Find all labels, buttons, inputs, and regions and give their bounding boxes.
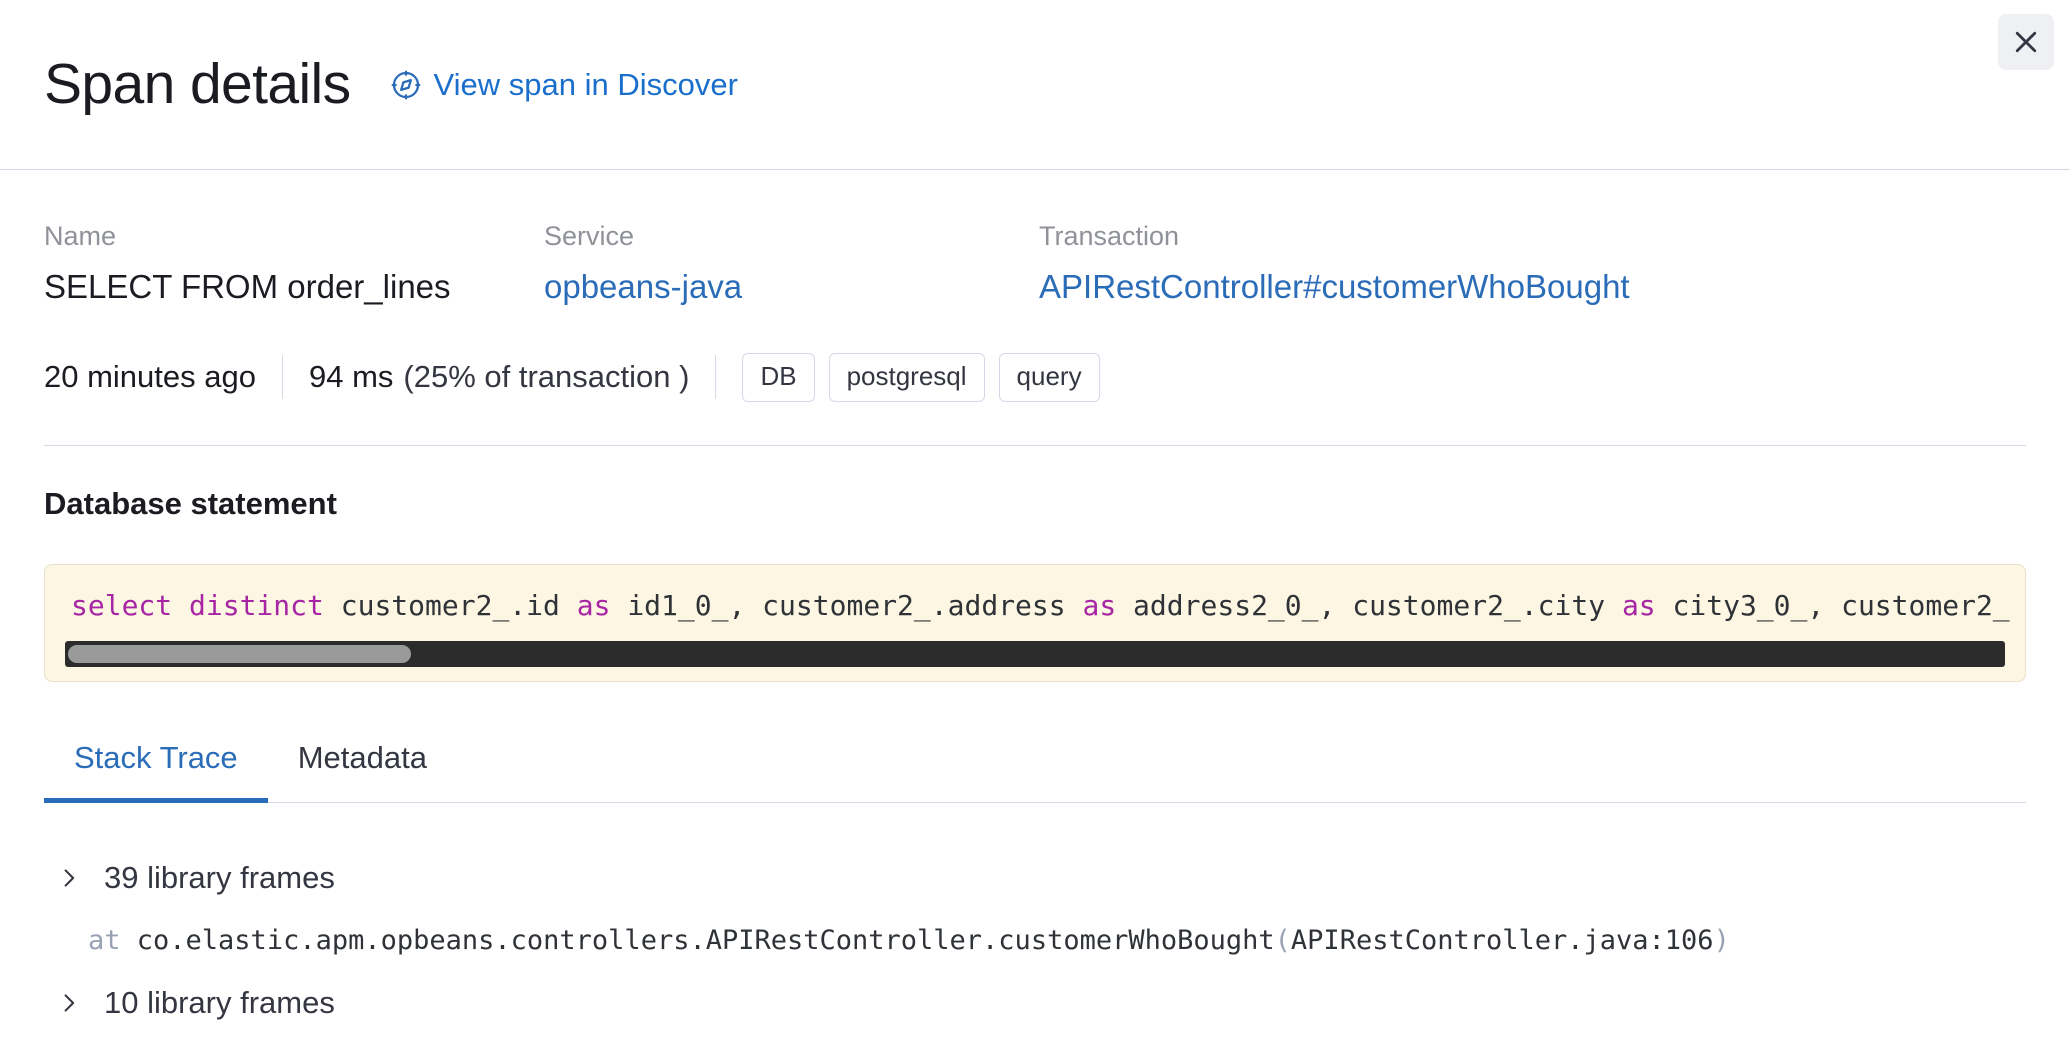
close-button[interactable]: [1998, 14, 2054, 70]
page-title: Span details: [44, 53, 351, 116]
meta-value-name: SELECT FROM order_lines: [44, 266, 544, 309]
span-duration: 94 ms (25% of transaction ): [309, 359, 689, 395]
close-icon: [2013, 29, 2039, 55]
stack-frame-at: at: [88, 925, 121, 956]
span-duration-percent: (25% of transaction ): [403, 359, 689, 395]
sql-token: address2_0_, customer2_.city: [1116, 589, 1622, 622]
flyout-header: Span details View span in Discover: [0, 0, 2070, 170]
meta-field-name: Name SELECT FROM order_lines: [44, 218, 544, 309]
tab-stack-trace[interactable]: Stack Trace: [44, 740, 268, 802]
summary-divider: [715, 355, 716, 399]
sql-token: customer2_.id: [324, 589, 577, 622]
meta-label-transaction: Transaction: [1039, 218, 2026, 254]
sql-token: as: [1082, 589, 1116, 622]
chevron-right-icon: [56, 990, 82, 1016]
view-span-in-discover-link[interactable]: View span in Discover: [391, 67, 738, 103]
span-meta-grid: Name SELECT FROM order_lines Service opb…: [44, 170, 2026, 309]
sql-token: as: [577, 589, 611, 622]
stack-trace-list: 39 library frames at co.elastic.apm.opbe…: [44, 803, 2026, 1034]
sql-token: as: [1622, 589, 1656, 622]
section-divider: [44, 445, 2026, 446]
header-inner: Span details View span in Discover: [44, 53, 738, 116]
summary-divider: [282, 355, 283, 399]
discover-link-label: View span in Discover: [434, 67, 738, 103]
badge-span-action[interactable]: query: [999, 353, 1100, 402]
span-timestamp: 20 minutes ago: [44, 359, 256, 395]
meta-field-service: Service opbeans-java: [544, 218, 1039, 309]
sql-token: select distinct: [71, 589, 324, 622]
meta-label-service: Service: [544, 218, 1039, 254]
stack-frame-close-paren: ): [1714, 925, 1730, 956]
stack-frame-location: APIRestController.java:106: [1291, 925, 1714, 956]
library-frames-toggle[interactable]: 10 library frames: [44, 972, 2026, 1034]
horizontal-scrollbar[interactable]: [65, 641, 2005, 667]
stack-frame-open-paren: (: [1275, 925, 1291, 956]
stack-frame-line: at co.elastic.apm.opbeans.controllers.AP…: [44, 909, 2026, 972]
library-frames-label: 10 library frames: [104, 985, 335, 1021]
chevron-right-icon: [56, 865, 82, 891]
library-frames-toggle[interactable]: 39 library frames: [44, 847, 2026, 909]
sql-token: id1_0_, customer2_.address: [610, 589, 1082, 622]
library-frames-label: 39 library frames: [104, 860, 335, 896]
meta-field-transaction: Transaction APIRestController#customerWh…: [1039, 218, 2026, 309]
span-details-tabs: Stack Trace Metadata: [44, 740, 2026, 803]
tab-metadata[interactable]: Metadata: [268, 740, 457, 802]
span-badges: DB postgresql query: [742, 353, 1099, 402]
database-statement-block: select distinct customer2_.id as id1_0_,…: [44, 564, 2026, 682]
database-statement-title: Database statement: [44, 486, 2026, 522]
stack-frame-method: co.elastic.apm.opbeans.controllers.APIRe…: [121, 925, 1275, 956]
span-summary-row: 20 minutes ago 94 ms (25% of transaction…: [44, 349, 2026, 405]
scrollbar-thumb[interactable]: [68, 645, 411, 663]
badge-span-subtype[interactable]: postgresql: [829, 353, 985, 402]
compass-icon: [391, 70, 421, 100]
database-statement-code: select distinct customer2_.id as id1_0_,…: [45, 587, 2025, 641]
span-details-flyout: Span details View span in Discover: [0, 0, 2070, 1056]
sql-token: city3_0_, customer2_: [1656, 589, 2010, 622]
meta-value-service-link[interactable]: opbeans-java: [544, 266, 1039, 309]
flyout-body: Name SELECT FROM order_lines Service opb…: [0, 170, 2070, 1034]
badge-span-type[interactable]: DB: [742, 353, 814, 402]
meta-value-transaction-link[interactable]: APIRestController#customerWhoBought: [1039, 266, 2026, 309]
meta-label-name: Name: [44, 218, 544, 254]
span-duration-value: 94 ms: [309, 359, 393, 395]
